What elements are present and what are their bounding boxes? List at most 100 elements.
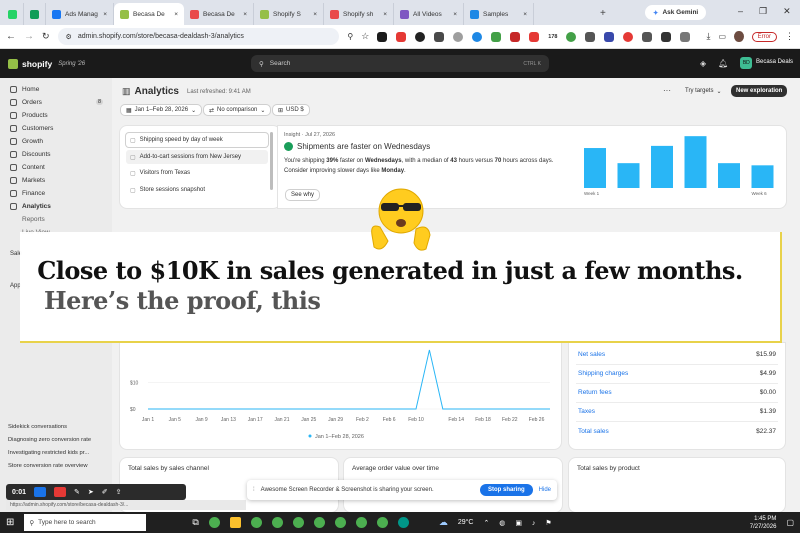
breakdown-label[interactable]: Shipping charges (578, 370, 628, 377)
forward-icon[interactable]: → (24, 31, 34, 42)
upload-icon[interactable]: ⇪ (116, 488, 122, 496)
chrome-icon[interactable] (208, 517, 220, 528)
sidebar-item-analytics[interactable]: Analytics (10, 203, 51, 210)
puzzle-icon[interactable] (680, 31, 691, 42)
new-exploration-button[interactable]: New exploration (731, 85, 788, 97)
browser-tab[interactable]: Becasa De × (184, 3, 254, 25)
tab-search-icon[interactable]: ▭ (718, 32, 726, 41)
site-info-icon[interactable]: ⚙ (66, 33, 72, 41)
maximize-icon[interactable]: ❐ (759, 6, 767, 17)
tab-close-icon[interactable]: × (313, 11, 317, 18)
sidebar-item-finance[interactable]: Finance (10, 190, 45, 197)
sidekick-icon[interactable]: ◈ (700, 59, 706, 68)
pause-icon[interactable] (34, 487, 47, 497)
shopify-logo[interactable]: shopify (22, 59, 52, 69)
drag-handle-icon[interactable]: ⁞ (253, 487, 255, 493)
sidebar-item-orders[interactable]: Orders (10, 99, 42, 106)
sidebar-item-reports[interactable]: Reports (22, 216, 45, 223)
bookmark-star-icon[interactable]: ☆ (361, 31, 369, 42)
extension-badge[interactable]: 178 (548, 34, 557, 40)
chrome-icon[interactable] (355, 517, 367, 528)
sidebar-item-customers[interactable]: Customers (10, 125, 53, 132)
chrome-icon[interactable] (292, 517, 304, 528)
try-targets-button[interactable]: Try targets ⌄ (680, 85, 726, 97)
url-bar[interactable]: ⚙ admin.shopify.com/store/becasa-dealdas… (57, 28, 340, 45)
taskbar-search-input[interactable]: ⚲ Type here to search (24, 514, 147, 531)
profile-avatar[interactable] (734, 31, 744, 42)
sidekick-conversation-link[interactable]: Store conversion rate overview (8, 463, 88, 469)
suggestion-item[interactable]: ▢ Visitors from Texas (126, 166, 268, 180)
download-icon[interactable]: ⤓ (706, 31, 710, 42)
chrome-icon[interactable] (250, 517, 262, 528)
breakdown-label[interactable]: Total sales (578, 428, 609, 435)
sidebar-item-growth[interactable]: Growth (10, 138, 43, 145)
browser-tab[interactable]: All Videos × (394, 3, 464, 25)
browser-tab[interactable]: Samples × (464, 3, 534, 25)
browser-tab[interactable]: Shopify S × (254, 3, 324, 25)
stop-record-icon[interactable] (54, 487, 67, 497)
breakdown-label[interactable]: Return fees (578, 389, 612, 396)
more-actions-button[interactable]: ··· (663, 86, 671, 95)
date-range-picker[interactable]: ▦ Jan 1–Feb 28, 2026 ⌄ (120, 104, 203, 116)
breakdown-label[interactable]: Taxes (578, 408, 595, 415)
sidebar-item-content[interactable]: Content (10, 164, 45, 171)
extension-icon[interactable] (396, 31, 407, 42)
error-badge[interactable]: Error (751, 31, 777, 42)
tab-close-icon[interactable]: × (103, 11, 107, 18)
tray-icons[interactable]: ⌃ ◍ ▣ ♪ ⚑ (483, 519, 555, 527)
extension-icon[interactable] (434, 31, 445, 42)
extension-icon[interactable] (604, 31, 615, 42)
close-icon[interactable]: ✕ (783, 6, 791, 17)
hide-button[interactable]: Hide (539, 487, 551, 493)
see-why-button[interactable]: See why (285, 189, 321, 201)
sidekick-conversation-link[interactable]: Investigating restricted kids pr... (8, 450, 89, 456)
suggestion-item[interactable]: ▢ Store sessions snapshot (126, 183, 268, 197)
task-view-icon[interactable]: ⧉ (192, 517, 198, 528)
sidebar-item-discounts[interactable]: Discounts (10, 151, 51, 158)
suggestion-item[interactable]: ▢ Shipping speed by day of week (126, 133, 268, 147)
extension-icon[interactable] (415, 31, 426, 42)
sidebar-item-home[interactable]: Home (10, 86, 39, 93)
file-explorer-icon[interactable] (229, 517, 241, 528)
ask-gemini-button[interactable]: ✦ Ask Gemini (645, 5, 707, 20)
taskbar-clock[interactable]: 1:45 PM 7/27/2026 (750, 515, 777, 531)
extension-icon[interactable] (510, 31, 521, 42)
extension-icon[interactable] (661, 31, 672, 42)
currency-picker[interactable]: ⊞ USD $ (272, 104, 310, 116)
extension-icon[interactable] (566, 31, 577, 42)
chrome-icon[interactable] (376, 517, 388, 528)
reload-icon[interactable]: ↻ (42, 31, 50, 42)
pen-icon[interactable]: ✐ (102, 488, 108, 496)
extension-icon[interactable] (453, 31, 464, 42)
zoom-icon[interactable]: ⚲ (347, 32, 353, 41)
extension-icon[interactable] (491, 31, 502, 42)
browser-tab[interactable] (2, 3, 24, 25)
browser-tab[interactable] (24, 3, 46, 25)
chrome-icon[interactable] (313, 517, 325, 528)
browser-tab[interactable]: Becasa De × (114, 3, 184, 25)
sidebar-item-markets[interactable]: Markets (10, 177, 45, 184)
extension-icon[interactable] (472, 31, 483, 42)
minimize-icon[interactable]: – (738, 6, 743, 17)
chrome-icon[interactable] (271, 517, 283, 528)
tab-close-icon[interactable]: × (243, 11, 247, 18)
tab-close-icon[interactable]: × (523, 11, 527, 18)
bar-week-3[interactable] (651, 145, 673, 188)
bar-week-5[interactable] (718, 163, 740, 188)
extension-icon[interactable] (642, 31, 653, 42)
suggestions-scrollbar[interactable] (270, 132, 273, 190)
tab-close-icon[interactable]: × (174, 11, 178, 18)
store-name[interactable]: Becasa Deals (756, 59, 793, 65)
comparison-picker[interactable]: ⇄ No comparison ⌄ (203, 104, 272, 116)
browser-tab[interactable]: Shopify sh × (324, 3, 394, 25)
extension-icon[interactable] (529, 31, 540, 42)
bar-week-6[interactable] (751, 165, 774, 188)
suggestion-item[interactable]: ▢ Add-to-cart sessions from New Jersey (126, 150, 268, 164)
browser-menu-icon[interactable]: ⋮ (785, 31, 794, 42)
bar-week-2[interactable] (617, 163, 640, 188)
sidekick-conversation-link[interactable]: Sidekick conversations (8, 424, 67, 430)
notification-bell-icon[interactable]: 🔔︎ (718, 59, 728, 68)
pinterest-icon[interactable] (623, 31, 634, 42)
legend-label[interactable]: Jan 1–Feb 28, 2026 (315, 434, 364, 440)
bar-week-1[interactable] (584, 148, 606, 188)
